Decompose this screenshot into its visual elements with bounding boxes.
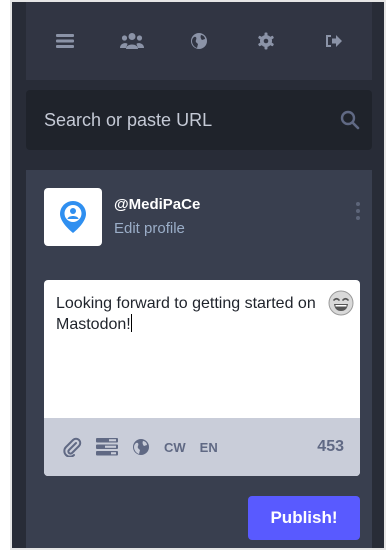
menu-icon[interactable]: [47, 23, 83, 59]
compose-text-content: Looking forward to getting started on Ma…: [56, 295, 316, 333]
logout-icon[interactable]: [315, 23, 351, 59]
emoji-picker-icon[interactable]: [328, 290, 354, 316]
navigation-bar: [26, 2, 372, 80]
content-warning-button[interactable]: CW: [164, 440, 186, 455]
globe-icon[interactable]: [181, 23, 217, 59]
avatar[interactable]: [44, 188, 102, 246]
compose-form: Looking forward to getting started on Ma…: [44, 280, 360, 476]
compose-toolbar: CW EN 453: [44, 418, 360, 476]
edit-profile-link[interactable]: Edit profile: [114, 220, 200, 237]
compose-textarea[interactable]: Looking forward to getting started on Ma…: [44, 280, 360, 404]
gear-icon[interactable]: [248, 23, 284, 59]
app-frame: @MediPaCe Edit profile Looking forward t…: [10, 0, 386, 550]
search-input[interactable]: [42, 108, 340, 132]
globe-icon[interactable]: [132, 438, 150, 456]
profile-summary: @MediPaCe Edit profile: [44, 188, 360, 246]
compose-panel: @MediPaCe Edit profile Looking forward t…: [26, 170, 372, 548]
search-bar: [26, 90, 372, 150]
character-counter: 453: [317, 438, 344, 455]
publish-button[interactable]: Publish!: [248, 496, 360, 540]
text-caret: [130, 314, 132, 332]
account-handle: @MediPaCe: [114, 196, 201, 213]
compose-column: @MediPaCe Edit profile Looking forward t…: [26, 2, 372, 548]
more-options-icon[interactable]: [356, 202, 360, 220]
profile-info: @MediPaCe Edit profile: [114, 188, 200, 237]
search-icon[interactable]: [340, 110, 360, 130]
paperclip-icon[interactable]: [62, 437, 82, 457]
language-button[interactable]: EN: [200, 440, 218, 455]
users-icon[interactable]: [114, 23, 150, 59]
poll-icon[interactable]: [96, 438, 118, 456]
